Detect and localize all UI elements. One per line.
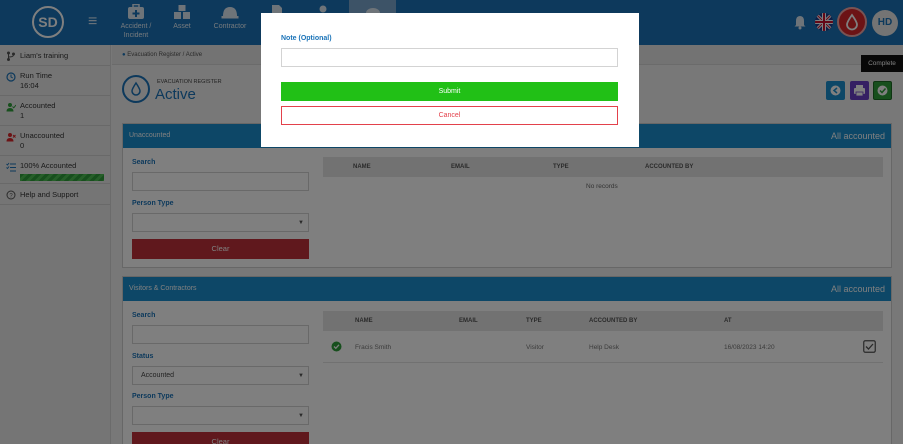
note-label: Note (Optional) — [281, 35, 332, 42]
cancel-button[interactable]: Cancel — [281, 106, 618, 125]
submit-button[interactable]: Submit — [281, 82, 618, 101]
note-input[interactable] — [281, 48, 618, 67]
note-modal: Note (Optional) Submit Cancel — [261, 13, 639, 147]
